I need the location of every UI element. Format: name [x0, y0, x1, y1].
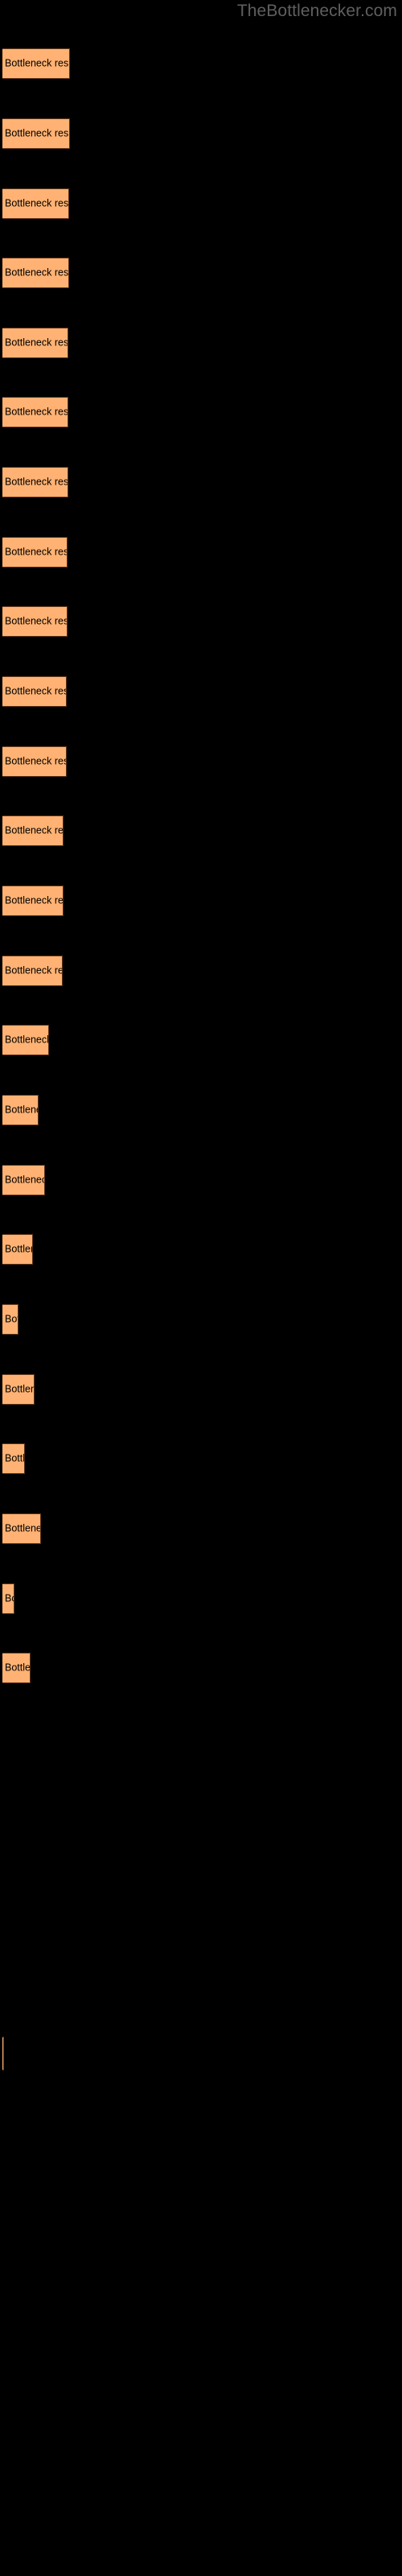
- bar-label: Bottleneck result: [5, 1174, 44, 1186]
- bar-label: Bottleneck result: [5, 824, 64, 836]
- bar: Bottleneck result: [2, 1095, 39, 1125]
- bar: Bottleneck result: [2, 1025, 49, 1055]
- bar: Bottleneck result: [2, 1304, 18, 1335]
- bar-label: Bottleneck result: [5, 1662, 31, 1674]
- bar-label: Bottleneck result: [5, 197, 69, 209]
- bar-label: Bottleneck result: [5, 266, 69, 279]
- bar-label: Bottleneck result: [5, 1104, 38, 1116]
- bar: Bottleneck result: [2, 1165, 45, 1195]
- bar-label: Bottleneck result: [5, 964, 62, 976]
- bar: Bottleneck result: [2, 1374, 35, 1405]
- bar-label: Bottleneck result: [5, 1034, 49, 1046]
- bar: Bottleneck result: [2, 1583, 14, 1614]
- bar: Bottleneck result: [2, 537, 68, 568]
- bar-label: Bottleneck result: [5, 1522, 40, 1534]
- bar-label: Bottleneck result: [5, 336, 68, 349]
- bar: Bottleneck result: [2, 467, 68, 497]
- bar: Bottleneck result: [2, 676, 67, 707]
- bar: Bottleneck result: [2, 746, 67, 777]
- bar-label: Bottleneck result: [5, 615, 68, 627]
- bar: Bottleneck result: [2, 397, 68, 427]
- bar-label: Bottleneck result: [5, 1313, 18, 1325]
- bar: Bottleneck result: [2, 118, 70, 149]
- bar: Bottleneck result: [2, 606, 68, 637]
- bar-series-layer: Bottleneck result Bottleneck result Bottle…: [0, 0, 402, 2576]
- bar: Bottleneck result: [2, 258, 69, 288]
- bar: Bottleneck result: [2, 1513, 41, 1544]
- bar-label: Bottleneck result: [5, 406, 68, 418]
- bar-label: Bottleneck result: [5, 1592, 14, 1604]
- bar: Bottleneck result: [2, 2037, 4, 2070]
- bar: Bottleneck result: [2, 956, 63, 986]
- site-watermark: TheBottlenecker.com: [236, 2, 397, 20]
- bar: Bottleneck result: [2, 188, 69, 219]
- bar-label: Bottleneck result: [5, 546, 68, 558]
- bar-label: Bottleneck result: [5, 894, 64, 906]
- bar-label: Bottleneck result: [5, 127, 69, 139]
- bottleneck-bar-chart: Bottleneck result Bottleneck result Bottle…: [0, 0, 402, 2576]
- bar-label: Bottleneck result: [5, 57, 69, 69]
- bar: Bottleneck result: [2, 886, 64, 916]
- bar-label: Bottleneck result: [5, 1243, 32, 1255]
- bar-label: Bottleneck result: [5, 1383, 34, 1395]
- bar-label: Bottleneck result: [5, 1452, 25, 1464]
- bar: Bottleneck result: [2, 48, 70, 79]
- bar-label: Bottleneck result: [5, 755, 66, 767]
- bar: Bottleneck result: [2, 328, 68, 358]
- bar: Bottleneck result: [2, 1234, 33, 1265]
- bar-label: Bottleneck result: [5, 685, 66, 697]
- bar: Bottleneck result: [2, 815, 64, 846]
- bar: Bottleneck result: [2, 1653, 31, 1683]
- bar-label: Bottleneck result: [5, 476, 68, 488]
- bar: Bottleneck result: [2, 1443, 25, 1474]
